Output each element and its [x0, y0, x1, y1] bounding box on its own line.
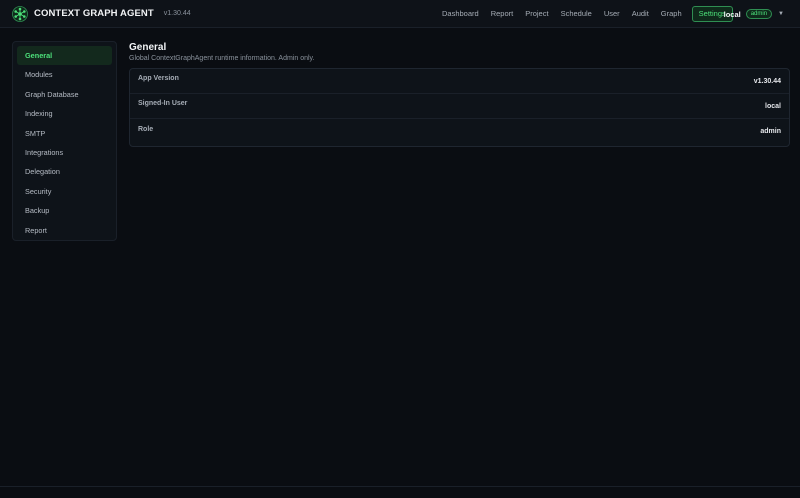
info-row-role: Role admin [130, 119, 789, 144]
graph-network-icon [12, 5, 28, 22]
info-value: local [765, 102, 781, 110]
nav-user[interactable]: User [598, 6, 626, 22]
user-menu[interactable]: local admin ▼ [724, 8, 784, 20]
brand[interactable]: CONTEXT GRAPH AGENT v1.30.44 [12, 5, 191, 22]
sidebar-item-indexing[interactable]: Indexing [17, 104, 112, 123]
sidebar-item-modules[interactable]: Modules [17, 65, 112, 84]
sidebar-item-general[interactable]: General [17, 46, 112, 66]
info-value: v1.30.44 [753, 77, 781, 85]
info-value: admin [760, 128, 781, 135]
footer-divider [0, 486, 800, 487]
sidebar-item-security[interactable]: Security [17, 182, 112, 201]
nav-report[interactable]: Report [485, 6, 520, 22]
sidebar-item-backup[interactable]: Backup [17, 201, 112, 220]
nav-schedule[interactable]: Schedule [555, 6, 598, 22]
brand-name: CONTEXT GRAPH AGENT [34, 8, 154, 19]
info-card: App Version v1.30.44 Signed-In User loca… [129, 68, 790, 147]
main-nav: Dashboard Report Project Schedule User A… [436, 6, 733, 22]
app-version-label: v1.30.44 [163, 10, 191, 17]
nav-audit[interactable]: Audit [626, 6, 655, 22]
top-bar: CONTEXT GRAPH AGENT v1.30.44 Dashboard R… [0, 0, 800, 28]
settings-sidebar: General Modules Graph Database Indexing … [12, 41, 117, 241]
user-name: local [723, 9, 741, 19]
sidebar-item-integrations[interactable]: Integrations [17, 143, 112, 162]
info-row-signed-in-user: Signed-In User local [130, 94, 789, 119]
sidebar-item-graph-database[interactable]: Graph Database [17, 85, 112, 104]
info-label: Role [138, 125, 154, 133]
info-row-app-version: App Version v1.30.44 [130, 69, 789, 94]
main-content: General Global ContextGraphAgent runtime… [129, 41, 790, 147]
page-title: General [129, 42, 167, 53]
page-description: Global ContextGraphAgent runtime informa… [129, 55, 315, 62]
nav-dashboard[interactable]: Dashboard [436, 6, 485, 22]
role-badge: admin [745, 9, 773, 19]
sidebar-item-report[interactable]: Report [17, 221, 112, 240]
nav-graph[interactable]: Graph [655, 6, 688, 22]
nav-project[interactable]: Project [519, 6, 554, 22]
info-label: App Version [138, 75, 179, 82]
caret-down-icon[interactable]: ▼ [778, 11, 784, 17]
info-label: Signed-In User [138, 100, 188, 107]
sidebar-item-smtp[interactable]: SMTP [17, 124, 112, 143]
sidebar-item-delegation[interactable]: Delegation [17, 162, 112, 181]
